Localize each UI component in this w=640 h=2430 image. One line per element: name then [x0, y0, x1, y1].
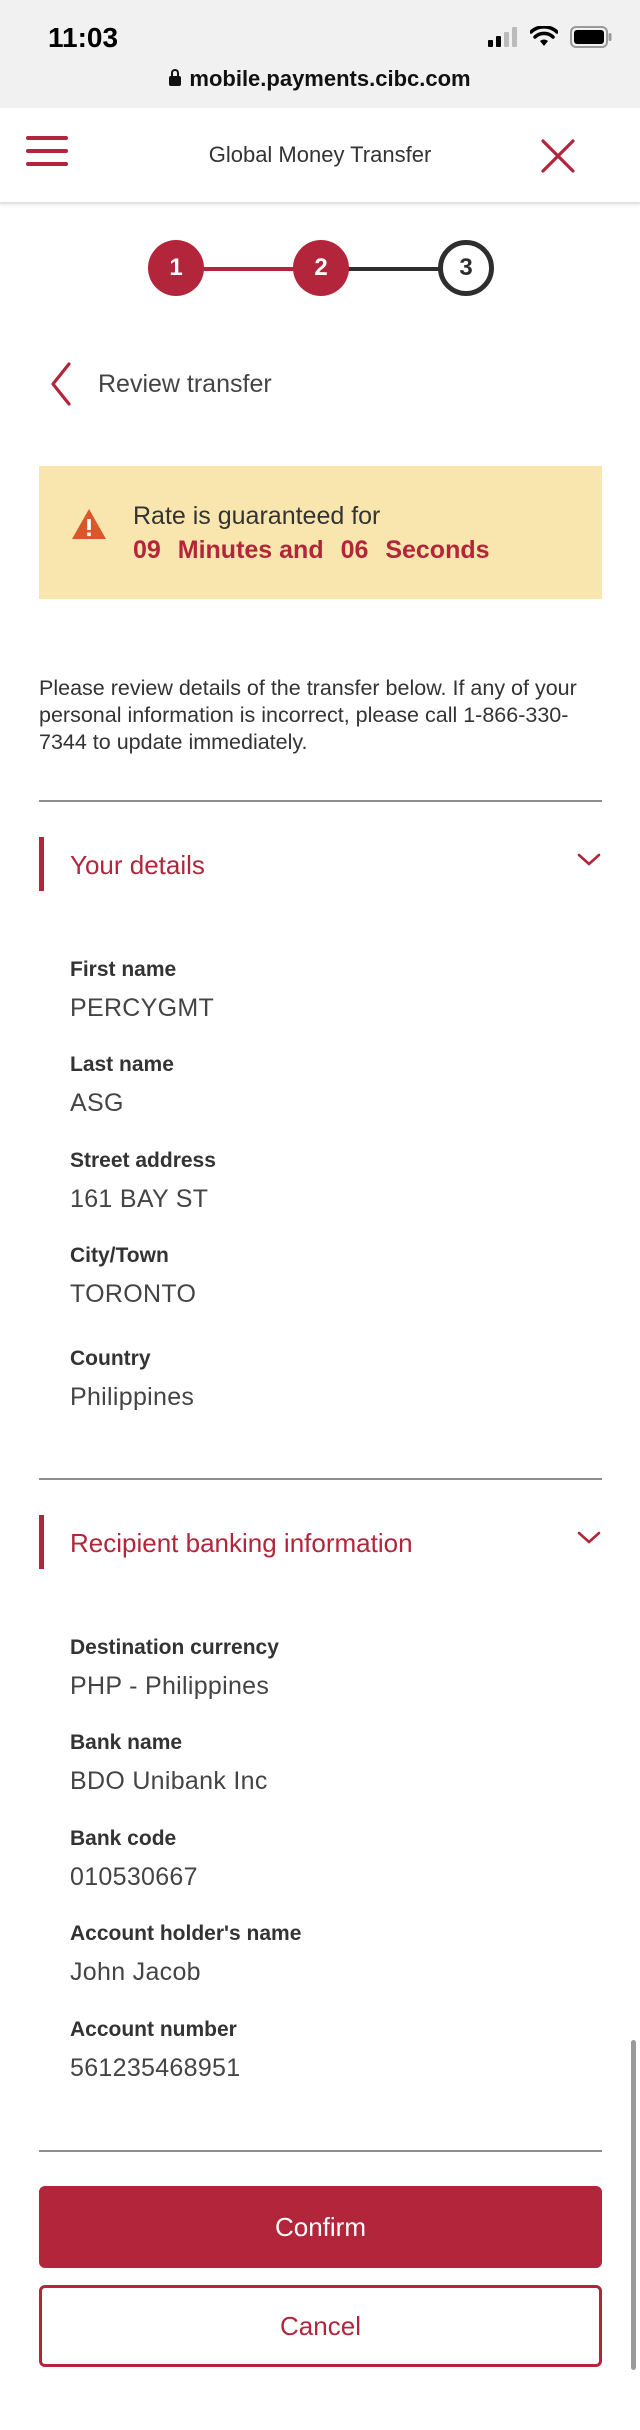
step-3: 3: [438, 240, 494, 296]
field-label: Street address: [70, 1149, 216, 1172]
field-label: Country: [70, 1347, 151, 1370]
scrollbar[interactable]: [631, 2040, 636, 2370]
chevron-down-icon[interactable]: [576, 851, 602, 869]
field-value: ASG: [70, 1089, 124, 1117]
confirm-button[interactable]: Confirm: [39, 2186, 602, 2268]
review-instructions: Please review details of the transfer be…: [39, 676, 577, 754]
section-accent-bar: [39, 1515, 44, 1569]
field-value: PERCYGMT: [70, 994, 215, 1022]
section-accent-bar: [39, 837, 44, 891]
step-connector-1: [198, 267, 298, 271]
street-address-field: Street address 161 BAY ST: [70, 1149, 216, 1214]
recipient-banking-title: Recipient banking information: [70, 1528, 413, 1558]
account-holder-field: Account holder's name John Jacob: [70, 1922, 301, 1987]
field-value: 010530667: [70, 1863, 198, 1891]
back-link[interactable]: Review transfer: [50, 360, 272, 408]
field-label: Last name: [70, 1053, 174, 1076]
field-label: Account number: [70, 2018, 237, 2041]
rate-guarantee-banner: Rate is guaranteed for 09 Minutes and 06…: [39, 466, 602, 599]
field-label: Destination currency: [70, 1636, 279, 1659]
field-value: TORONTO: [70, 1280, 197, 1308]
seconds-value: 06: [340, 536, 369, 564]
field-value: 161 BAY ST: [70, 1185, 209, 1213]
close-icon[interactable]: [540, 138, 576, 174]
wifi-icon: [530, 26, 558, 46]
first-name-field: First name PERCYGMT: [70, 958, 214, 1023]
app-header: Global Money Transfer: [0, 108, 640, 204]
field-value: John Jacob: [70, 1958, 201, 1986]
minutes-value: 09: [133, 536, 161, 564]
seconds-label: Seconds: [385, 536, 490, 564]
cellular-signal-icon: [488, 27, 517, 47]
step-2: 2: [293, 240, 349, 296]
step-1: 1: [148, 240, 204, 296]
field-value: PHP - Philippines: [70, 1672, 270, 1700]
destination-currency-field: Destination currency PHP - Philippines: [70, 1636, 279, 1701]
chevron-down-icon[interactable]: [576, 1529, 602, 1547]
last-name-field: Last name ASG: [70, 1053, 174, 1118]
url-bar[interactable]: mobile.payments.cibc.com: [0, 66, 640, 92]
rate-guarantee-text: Rate is guaranteed for: [133, 502, 381, 530]
step-connector-2: [343, 267, 443, 271]
account-number-field: Account number 561235468951: [70, 2018, 240, 2083]
field-value: Philippines: [70, 1383, 195, 1411]
recipient-banking-header[interactable]: Recipient banking information: [39, 1515, 602, 1569]
back-label: Review transfer: [98, 369, 272, 398]
chevron-left-icon: [51, 362, 71, 406]
url-text: mobile.payments.cibc.com: [189, 66, 471, 91]
progress-stepper: 1 2 3: [148, 240, 494, 298]
bank-code-field: Bank code 010530667: [70, 1827, 198, 1892]
divider: [39, 1478, 602, 1480]
city-field: City/Town TORONTO: [70, 1244, 196, 1309]
minutes-label: Minutes and: [177, 536, 324, 564]
bank-name-field: Bank name BDO Unibank Inc: [70, 1731, 268, 1796]
warning-icon: [72, 509, 106, 539]
field-label: Account holder's name: [70, 1922, 302, 1945]
field-value: 561235468951: [70, 2054, 241, 2082]
field-label: Bank code: [70, 1827, 177, 1850]
status-time: 11:03: [48, 22, 119, 53]
battery-icon: [570, 26, 612, 48]
country-field: Country Philippines: [70, 1347, 194, 1412]
your-details-header[interactable]: Your details: [39, 837, 602, 891]
field-label: First name: [70, 958, 177, 981]
status-bar: 11:03 mobile.payments.cibc.com: [0, 0, 640, 108]
countdown-timer: 09 Minutes and 06 Seconds: [133, 536, 500, 565]
field-value: BDO Unibank Inc: [70, 1767, 268, 1795]
field-label: Bank name: [70, 1731, 183, 1754]
your-details-title: Your details: [70, 850, 205, 880]
cancel-button[interactable]: Cancel: [39, 2285, 602, 2367]
field-label: City/Town: [70, 1244, 169, 1267]
divider: [39, 800, 602, 802]
lock-icon: [169, 69, 182, 86]
divider: [39, 2150, 602, 2152]
status-icons: [488, 26, 612, 48]
